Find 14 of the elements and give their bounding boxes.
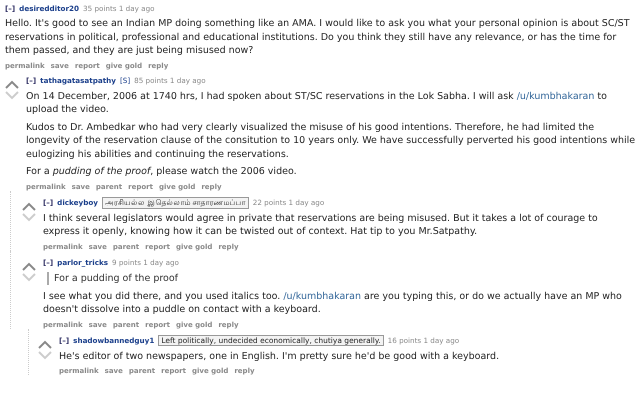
comment-text: He's editor of two newspapers, one in English. I'm pretty sure he'd be good with a keyboard.	[59, 350, 500, 363]
vote-arrows-icon[interactable]	[4, 78, 20, 100]
comment-text: I think several legislators would agree in private that reservations are being misused. But it takes a lot of courage to express it openly, knowing how it can be twisted out of context. Hat tip to you Mr.Satpathy.	[43, 212, 599, 238]
user-link[interactable]: /u/kumbhakaran	[516, 90, 594, 102]
user-link[interactable]: /u/kumbhakaran	[283, 290, 362, 302]
vote-arrows-icon[interactable]	[21, 260, 37, 282]
comment-text: On 14 December, 2006 at 1740 hrs, I had spoken about ST/SC reservations in the Lok Sabha. I will ask /u/kumbhakaran to upload the video.	[26, 90, 608, 116]
comment-text: Kudos to Dr. Ambedkar who had very clearly visualized the misuse of his good intentions. Therefore, he had limited the longevity of the reservation clause of the consitution to 10 years only. We have successfully perverted his good intentions while eulogizing his abilities and continuing the reservations.	[26, 120, 636, 161]
comment-text: I see what you did there, and you used italics too. /u/kumbhakaran are you typing this, or do we actually have an MP who doesn't dissolve into a puddle on contact with a keyboard.	[43, 290, 623, 316]
quoted-text: For a pudding of the proof	[47, 272, 636, 284]
vote-arrows-icon[interactable]	[37, 338, 53, 360]
vote-arrows-icon[interactable]	[21, 200, 37, 222]
comment-text: Hello. It's good to see an Indian MP doing something like an AMA. I would like to ask you what your personal opinion is about SC/ST reservations in political, professional and educational institutions. Do you think they still have any relevance, or has the time for them passed, and they are just being misused now?	[5, 17, 631, 58]
comment-text: For a pudding of the proof, please watch the 2006 video.	[26, 165, 298, 178]
